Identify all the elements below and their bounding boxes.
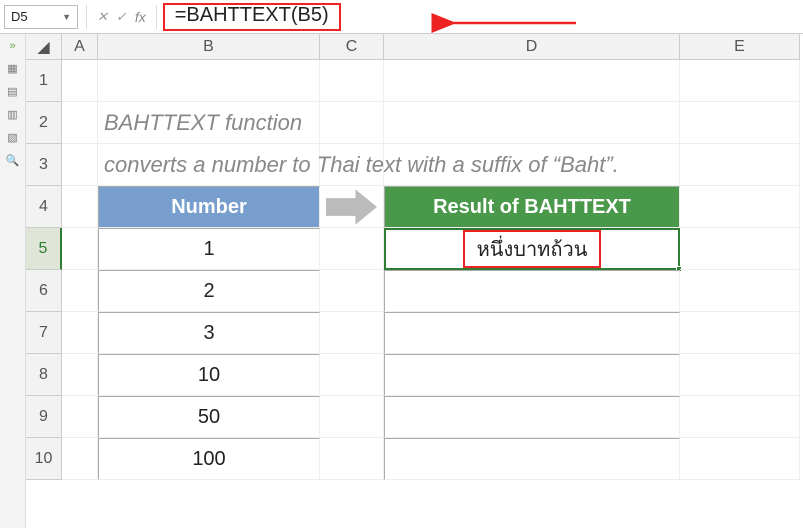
arrow-icon [320,186,384,228]
chevron-down-icon[interactable]: ▼ [62,12,71,22]
cell[interactable] [680,270,800,312]
cancel-icon[interactable]: ✕ [97,9,108,25]
col-header-B[interactable]: B [98,34,320,60]
row-header[interactable]: 10 [26,438,62,480]
row-header[interactable]: 6 [26,270,62,312]
cell[interactable] [680,144,800,186]
cell[interactable] [62,144,98,186]
result-value: หนึ่งบาทถ้วน [463,230,602,268]
cell[interactable] [62,396,98,438]
result-column-header[interactable]: Result of BAHTTEXT [384,186,680,228]
cell[interactable] [384,60,680,102]
row-header[interactable]: 4 [26,186,62,228]
workbook-area: » ▦ ▤ ▥ ▧ 🔍 ◢ A B C D E 1 2 BAHTTEXT fun… [0,34,803,528]
name-box[interactable]: D5 ▼ [4,5,78,29]
cell[interactable] [680,102,800,144]
binoculars-icon[interactable]: 🔍 [6,154,20,167]
cell[interactable] [62,270,98,312]
cell[interactable] [680,60,800,102]
expand-icon[interactable]: » [9,40,15,52]
cell[interactable] [680,354,800,396]
col-header-C[interactable]: C [320,34,384,60]
tool-icon-1[interactable]: ▦ [7,62,17,75]
row-header[interactable]: 2 [26,102,62,144]
result-cell[interactable] [384,270,680,312]
result-cell-selected[interactable]: หนึ่งบาทถ้วน [384,228,680,270]
number-cell[interactable]: 10 [98,354,320,396]
result-cell[interactable] [384,354,680,396]
cell[interactable] [62,228,98,270]
cell[interactable] [680,438,800,480]
cell[interactable] [62,60,98,102]
cell[interactable] [320,396,384,438]
tool-icon-4[interactable]: ▧ [7,131,17,144]
cell[interactable] [320,354,384,396]
cell[interactable] [320,60,384,102]
cell[interactable] [62,438,98,480]
enter-icon[interactable]: ✓ [116,9,127,25]
name-box-value: D5 [11,9,28,24]
row-header[interactable]: 5 [26,228,62,270]
number-cell[interactable]: 2 [98,270,320,312]
cell[interactable] [320,102,384,144]
cell[interactable] [62,102,98,144]
tool-icon-2[interactable]: ▤ [7,85,17,98]
col-header-E[interactable]: E [680,34,800,60]
description-line1: BAHTTEXT function [104,110,302,136]
cell[interactable] [680,312,800,354]
row-header[interactable]: 9 [26,396,62,438]
formula-bar-controls: ✕ ✓ fx [86,5,157,29]
number-cell[interactable]: 50 [98,396,320,438]
cell[interactable] [680,228,800,270]
cell[interactable] [680,186,800,228]
number-column-header[interactable]: Number [98,186,320,228]
cell[interactable] [320,228,384,270]
cell[interactable] [62,354,98,396]
cell[interactable] [320,312,384,354]
col-header-D[interactable]: D [384,34,680,60]
result-cell[interactable] [384,396,680,438]
spreadsheet-grid[interactable]: ◢ A B C D E 1 2 BAHTTEXT function 3 conv… [26,34,803,528]
cell[interactable] [62,186,98,228]
vertical-toolbar: » ▦ ▤ ▥ ▧ 🔍 [0,34,26,528]
row-header[interactable]: 1 [26,60,62,102]
cell[interactable] [98,60,320,102]
result-cell[interactable] [384,312,680,354]
formula-bar: D5 ▼ ✕ ✓ fx =BAHTTEXT(B5) [0,0,803,34]
number-cell[interactable]: 3 [98,312,320,354]
cell[interactable] [384,144,680,186]
number-cell[interactable]: 100 [98,438,320,480]
formula-text: =BAHTTEXT(B5) [163,3,341,31]
row-header[interactable]: 7 [26,312,62,354]
result-cell[interactable] [384,438,680,480]
col-header-A[interactable]: A [62,34,98,60]
row-header[interactable]: 3 [26,144,62,186]
cell[interactable] [384,102,680,144]
cell[interactable] [62,312,98,354]
cell[interactable]: BAHTTEXT function [98,102,320,144]
select-all-corner[interactable]: ◢ [26,34,62,60]
cell[interactable] [320,144,384,186]
cell[interactable]: converts a number to Thai text with a su… [98,144,320,186]
fx-icon[interactable]: fx [135,9,146,25]
number-cell[interactable]: 1 [98,228,320,270]
cell[interactable] [320,438,384,480]
row-header[interactable]: 8 [26,354,62,396]
cell[interactable] [320,270,384,312]
cell[interactable] [680,396,800,438]
formula-input[interactable]: =BAHTTEXT(B5) [157,5,799,29]
tool-icon-3[interactable]: ▥ [7,108,17,121]
